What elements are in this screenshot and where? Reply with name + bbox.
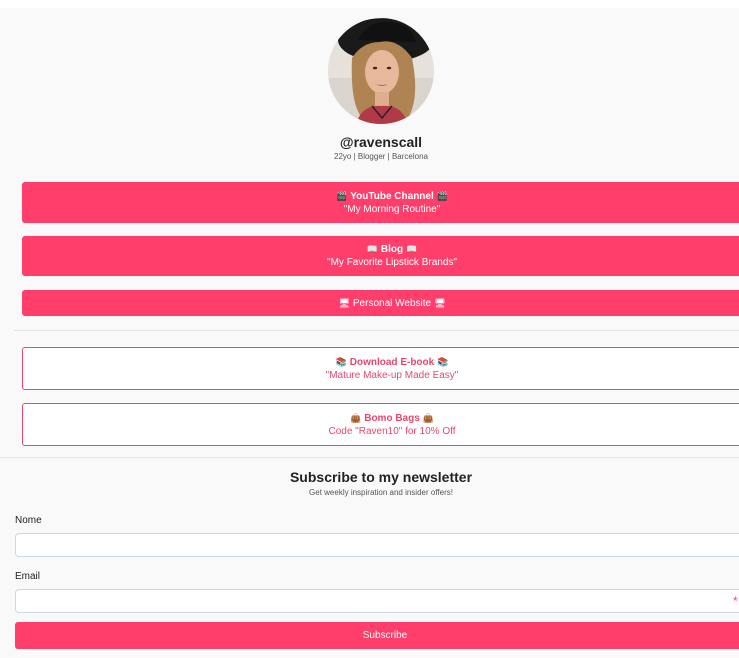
newsletter-subtitle: Get weekly inspiration and insider offer… <box>309 488 453 497</box>
link-title: YouTube Channel <box>350 190 434 202</box>
link-title: Blog <box>380 244 404 255</box>
name-field-label: Nome <box>15 515 42 526</box>
avatar <box>328 18 434 124</box>
link-title-row: 🎬 YouTube Channel 🎬 <box>333 190 451 203</box>
book-icon: 📖 <box>406 244 418 254</box>
link-download-ebook[interactable]: 📚 Download E-book 📚 "Mature Make-up Made E… <box>22 347 739 390</box>
link-subtitle: Code "Raven10" for 10% Off <box>328 425 456 437</box>
profile-handle: @ravenscall <box>339 134 423 150</box>
desktop-computer-icon: 🖥 <box>434 297 446 308</box>
email-field[interactable] <box>15 589 739 613</box>
email-field-label: Email <box>15 571 41 582</box>
link-title-row: 📖 Blog 📖 <box>364 243 421 256</box>
link-subtitle: "My Favorite Lipstick Brands" <box>327 257 457 268</box>
handbag-icon: 👜 <box>350 412 362 423</box>
divider <box>14 330 739 331</box>
link-blog[interactable]: 📖 Blog 📖 "My Favorite Lipstick Brands" <box>22 236 739 276</box>
link-title: Download E-book <box>349 356 435 368</box>
link-title-row: 👜 Bomo Bags 👜 <box>347 412 437 425</box>
link-title: Personal Website <box>352 297 432 309</box>
required-marker: * <box>733 594 738 608</box>
divider <box>0 457 739 458</box>
desktop-computer-icon: 🖥 <box>338 297 350 308</box>
top-bar <box>0 0 739 8</box>
link-title-row: 📚 Download E-book 📚 <box>333 356 452 369</box>
link-in-bio-page: @ravenscall 22yo | Blogger | Barcelona 🎬… <box>0 0 739 658</box>
newsletter-title: Subscribe to my newsletter <box>289 469 473 485</box>
clapper-icon: 🎬 <box>336 190 348 201</box>
books-icon: 📚 <box>335 356 347 367</box>
link-bomo-bags[interactable]: 👜 Bomo Bags 👜 Code "Raven10" for 10% Off <box>22 403 739 446</box>
profile-bio: 22yo | Blogger | Barcelona <box>334 152 428 161</box>
book-icon: 📖 <box>366 244 378 254</box>
link-youtube-channel[interactable]: 🎬 YouTube Channel 🎬 "My Morning Routine" <box>22 182 739 223</box>
link-title-row: 🖥 Personal Website 🖥 <box>335 297 448 310</box>
clapper-icon: 🎬 <box>436 190 448 201</box>
name-field[interactable] <box>15 533 739 557</box>
books-icon: 📚 <box>437 356 449 367</box>
link-title: Bomo Bags <box>364 412 420 424</box>
handbag-icon: 👜 <box>422 412 434 423</box>
link-personal-website[interactable]: 🖥 Personal Website 🖥 <box>22 290 739 316</box>
link-subtitle: "My Morning Routine" <box>343 203 441 215</box>
link-subtitle: "Mature Make-up Made Easy" <box>325 369 459 381</box>
subscribe-button[interactable]: Subscribe <box>15 622 739 649</box>
